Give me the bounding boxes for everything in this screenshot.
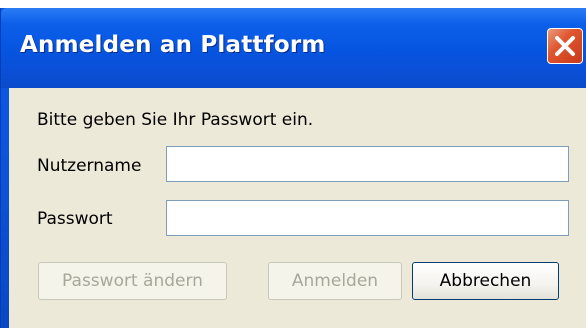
close-button[interactable]: [547, 28, 583, 64]
change-password-button[interactable]: Passwort ändern: [38, 262, 227, 300]
login-button[interactable]: Anmelden: [268, 262, 402, 300]
dialog-body: Bitte geben Sie Ihr Passwort ein. Nutzer…: [9, 88, 586, 328]
cancel-button[interactable]: Abbrechen: [412, 262, 559, 300]
title-bar[interactable]: Anmelden an Plattform: [1, 8, 586, 88]
login-dialog: Anmelden an Plattform Bitte geben Sie Ih…: [0, 8, 586, 328]
username-label: Nutzername: [37, 156, 142, 176]
username-field[interactable]: [166, 146, 569, 182]
close-icon: [555, 36, 575, 56]
password-label: Passwort: [37, 209, 113, 229]
password-field[interactable]: [166, 200, 569, 236]
dialog-title: Anmelden an Plattform: [20, 32, 326, 58]
prompt-text: Bitte geben Sie Ihr Passwort ein.: [37, 110, 314, 130]
